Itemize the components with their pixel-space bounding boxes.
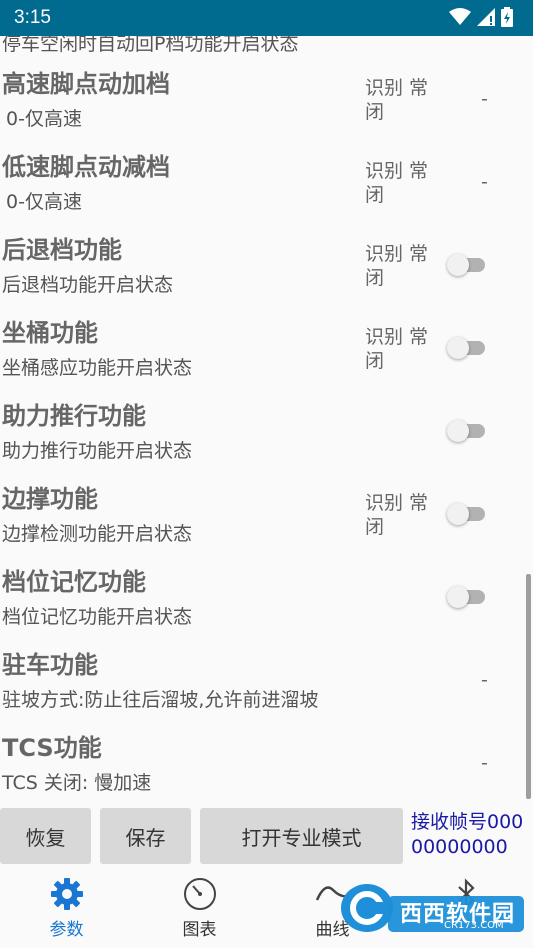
row-gear-memory[interactable]: 档位记忆功能 档位记忆功能开启状态 (0, 562, 533, 645)
row-title: 驻车功能 (2, 651, 98, 679)
receive-frame-counter: 接收帧号00000000000 (411, 811, 524, 858)
row-status: 识别 常闭 (365, 326, 429, 372)
row-subtitle: TCS 关闭: 慢加速 (2, 772, 152, 794)
row-subtitle: 档位记忆功能开启状态 (2, 606, 193, 628)
seat-toggle[interactable] (447, 337, 485, 359)
partial-row-subtitle: 停车空闲时自动回P档功能开启状态 (2, 36, 299, 55)
row-title: 档位记忆功能 (2, 568, 146, 596)
row-title: 边撑功能 (2, 485, 98, 513)
row-value: - (481, 752, 488, 774)
row-title: TCS功能 (2, 734, 102, 762)
row-seat[interactable]: 坐桶功能 坐桶感应功能开启状态 识别 常闭 (0, 313, 533, 396)
row-value: - (481, 171, 488, 193)
row-subtitle: 0-仅高速 (6, 191, 82, 213)
row-low-speed-downshift[interactable]: 低速脚点动减档 0-仅高速 识别 常闭 - (0, 147, 533, 230)
row-status: 识别 常闭 (365, 492, 429, 538)
row-side-stand[interactable]: 边撑功能 边撑检测功能开启状态 识别 常闭 (0, 479, 533, 562)
nav-label-chart: 图表 (182, 920, 217, 940)
row-subtitle: 后退档功能开启状态 (2, 274, 174, 296)
list-scrollbar[interactable] (526, 574, 531, 799)
gauge-icon (183, 878, 216, 910)
parameter-list[interactable]: 停车空闲时自动回P档功能开启状态 高速脚点动加档 0-仅高速 识别 常闭 - 低… (0, 36, 533, 806)
row-tcs[interactable]: TCS功能 TCS 关闭: 慢加速 - (0, 728, 533, 806)
nav-label-params: 参数 (49, 920, 84, 940)
row-status: 识别 常闭 (365, 243, 429, 289)
gear-memory-toggle[interactable] (447, 586, 485, 608)
gear-icon (50, 878, 83, 910)
push-assist-toggle[interactable] (447, 420, 485, 442)
row-title: 后退档功能 (2, 236, 122, 264)
watermark-url: CR173.COM (444, 920, 504, 931)
status-icons (449, 7, 513, 27)
row-subtitle: 边撑检测功能开启状态 (2, 523, 193, 545)
reverse-gear-toggle[interactable] (447, 254, 485, 276)
watermark-logo: 西西软件园 CR173.COM (332, 868, 532, 944)
row-reverse-gear[interactable]: 后退档功能 后退档功能开启状态 识别 常闭 (0, 230, 533, 313)
row-value: - (481, 669, 488, 691)
signal-icon (477, 8, 495, 26)
pro-mode-button[interactable]: 打开专业模式 (200, 808, 403, 864)
row-title: 高速脚点动加档 (2, 70, 170, 98)
save-button[interactable]: 保存 (100, 808, 191, 864)
row-status: 识别 常闭 (365, 77, 429, 123)
row-value: - (481, 88, 488, 110)
battery-icon (501, 7, 513, 27)
row-title: 低速脚点动减档 (2, 153, 170, 181)
row-title: 坐桶功能 (2, 319, 98, 347)
row-parking[interactable]: 驻车功能 驻坡方式:防止往后溜坡,允许前进溜坡 - (0, 645, 533, 728)
row-subtitle: 坐桶感应功能开启状态 (2, 357, 193, 379)
restore-button[interactable]: 恢复 (0, 808, 91, 864)
nav-item-chart[interactable]: 图表 (133, 868, 266, 948)
row-title: 助力推行功能 (2, 402, 146, 430)
status-time: 3:15 (14, 7, 51, 28)
status-bar: 3:15 (0, 0, 533, 36)
row-push-assist[interactable]: 助力推行功能 助力推行功能开启状态 (0, 396, 533, 479)
side-stand-toggle[interactable] (447, 503, 485, 525)
nav-item-params[interactable]: 参数 (0, 868, 133, 948)
row-subtitle: 0-仅高速 (6, 108, 82, 130)
row-status: 识别 常闭 (365, 160, 429, 206)
row-subtitle: 助力推行功能开启状态 (2, 440, 193, 462)
row-high-speed-upshift[interactable]: 高速脚点动加档 0-仅高速 识别 常闭 - (0, 64, 533, 147)
wifi-icon (449, 8, 471, 25)
row-subtitle: 驻坡方式:防止往后溜坡,允许前进溜坡 (2, 689, 319, 711)
